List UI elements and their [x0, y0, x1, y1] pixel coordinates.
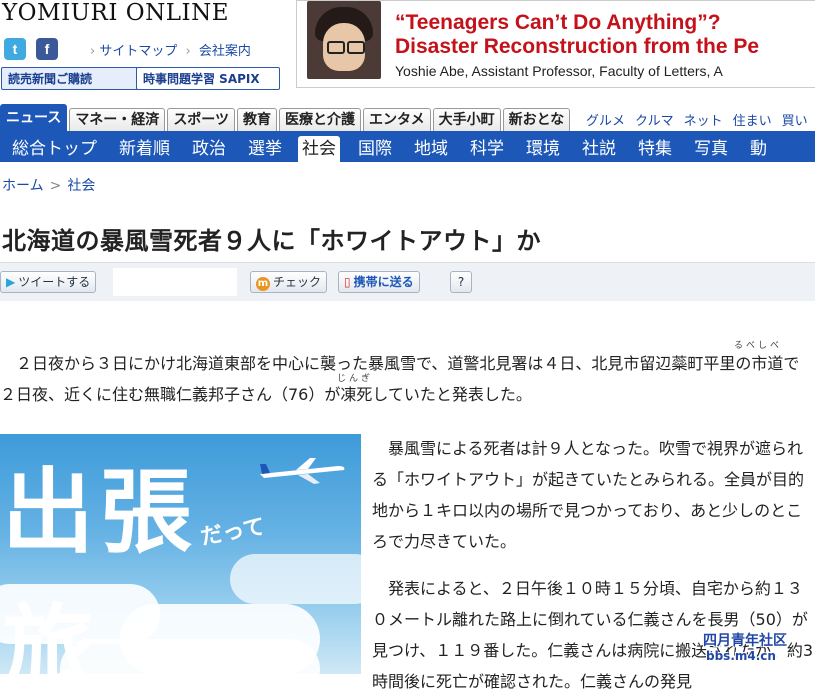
subnav-item-5[interactable]: 国際	[358, 134, 392, 162]
tab-1[interactable]: マネー・経済	[69, 108, 166, 132]
ad-char-3: 旅	[2, 595, 95, 674]
blank-widget	[113, 268, 237, 296]
subnav-item-8[interactable]: 環境	[526, 134, 560, 162]
social-icons: t f	[2, 38, 62, 60]
ad-title-line2: Disaster Reconstruction from the Pe	[395, 35, 760, 58]
tab-7[interactable]: 新おとな	[502, 108, 571, 132]
mixi-icon: m	[256, 277, 270, 291]
ad-char-2: 張	[100, 459, 193, 566]
site-logo[interactable]: YOMIURI ONLINE	[2, 0, 229, 26]
header-links: › サイトマップ › 会社案内	[90, 40, 251, 59]
tab-6[interactable]: 大手小町	[432, 108, 501, 132]
subnav-item-4[interactable]: 社会	[298, 136, 340, 162]
tab-3[interactable]: 教育	[237, 108, 278, 132]
subnav-item-9[interactable]: 社説	[582, 134, 616, 162]
breadcrumb: ホーム > 社会	[2, 175, 95, 195]
twitter-icon[interactable]: t	[4, 38, 26, 60]
subnav-item-12[interactable]: 動	[750, 134, 767, 162]
subnav-item-7[interactable]: 科学	[470, 134, 504, 162]
article-paragraph-1: ２日夜から３日にかけ北海道東部を中心に襲った暴風雪で、道警北見署は４日、北見市留…	[0, 354, 800, 404]
category-tabs: ニュース マネー・経済 スポーツ 教育 医療と介護 エンタメ 大手小町 新おとな	[0, 104, 572, 132]
article-headline: 北海道の暴風雪死者９人に「ホワイトアウト」か	[2, 227, 541, 255]
nav-links: グルメ クルマ ネット 住まい 買い	[586, 110, 815, 129]
mixi-check-button[interactable]: m チェック	[250, 271, 328, 293]
watermark-url: bbs.m4.cn	[706, 649, 776, 663]
subnav-item-10[interactable]: 特集	[638, 134, 672, 162]
company-link[interactable]: 会社案内	[199, 44, 251, 59]
ad-char-1: 出	[2, 459, 95, 566]
breadcrumb-current[interactable]: 社会	[67, 178, 95, 194]
subnav-item-2[interactable]: 政治	[192, 134, 226, 162]
subnav-item-1[interactable]: 新着順	[119, 134, 170, 162]
ad-small-text: だって	[198, 514, 268, 551]
tab-4[interactable]: 医療と介護	[279, 108, 362, 132]
nav-link-2[interactable]: ネット	[684, 114, 723, 129]
nav-link-0[interactable]: グルメ	[586, 114, 625, 129]
sitemap-link[interactable]: サイトマップ	[99, 44, 177, 59]
chevron-right-icon: >	[49, 178, 62, 194]
subnav-item-11[interactable]: 写真	[694, 134, 728, 162]
nav-link-1[interactable]: クルマ	[635, 114, 674, 129]
watermark-text: 四月青年社区	[703, 633, 787, 649]
subnav-item-6[interactable]: 地域	[414, 134, 448, 162]
sub-navigation: 総合トップ 新着順 政治 選挙 社会 国際 地域 科学 環境 社説 特集 写真動	[0, 131, 815, 162]
ad-title-line1: “Teenagers Can’t Do Anything”?	[395, 11, 721, 34]
sapix-button[interactable]: 時事問題学習 SAPIX	[136, 67, 280, 90]
travel-ad-image[interactable]: 出 張 だって 旅	[0, 434, 361, 674]
breadcrumb-home[interactable]: ホーム	[2, 178, 44, 194]
arrow-icon: ›	[90, 44, 96, 59]
send-to-mobile-button[interactable]: ▯ 携帯に送る	[338, 271, 420, 293]
nav-link-4[interactable]: 買い	[782, 114, 808, 129]
ad-author: Yoshie Abe, Assistant Professor, Faculty…	[395, 63, 723, 79]
portrait-photo	[307, 1, 381, 79]
tab-5[interactable]: エンタメ	[363, 108, 431, 132]
subscribe-button[interactable]: 読売新聞ご購読	[1, 67, 139, 90]
twitter-bird-icon: ▶	[6, 275, 16, 289]
arrow-icon: ›	[185, 44, 191, 59]
ad-banner[interactable]: “Teenagers Can’t Do Anything”? Disaster …	[296, 0, 815, 88]
help-button[interactable]: ?	[450, 271, 472, 293]
subnav-item-0[interactable]: 総合トップ	[12, 134, 97, 162]
nav-link-3[interactable]: 住まい	[733, 114, 772, 129]
tab-2[interactable]: スポーツ	[167, 108, 236, 132]
airplane-icon	[260, 458, 345, 484]
tab-0[interactable]: ニュース	[0, 104, 68, 132]
article-paragraph-2: 暴風雪による死者は計９人となった。吹雪で視界が遮られる「ホワイトアウト」が起きて…	[372, 439, 805, 551]
subnav-item-3[interactable]: 選挙	[248, 134, 282, 162]
tweet-button[interactable]: ▶ ツイートする	[0, 271, 97, 293]
facebook-icon[interactable]: f	[36, 38, 58, 60]
mobile-phone-icon: ▯	[344, 275, 351, 289]
